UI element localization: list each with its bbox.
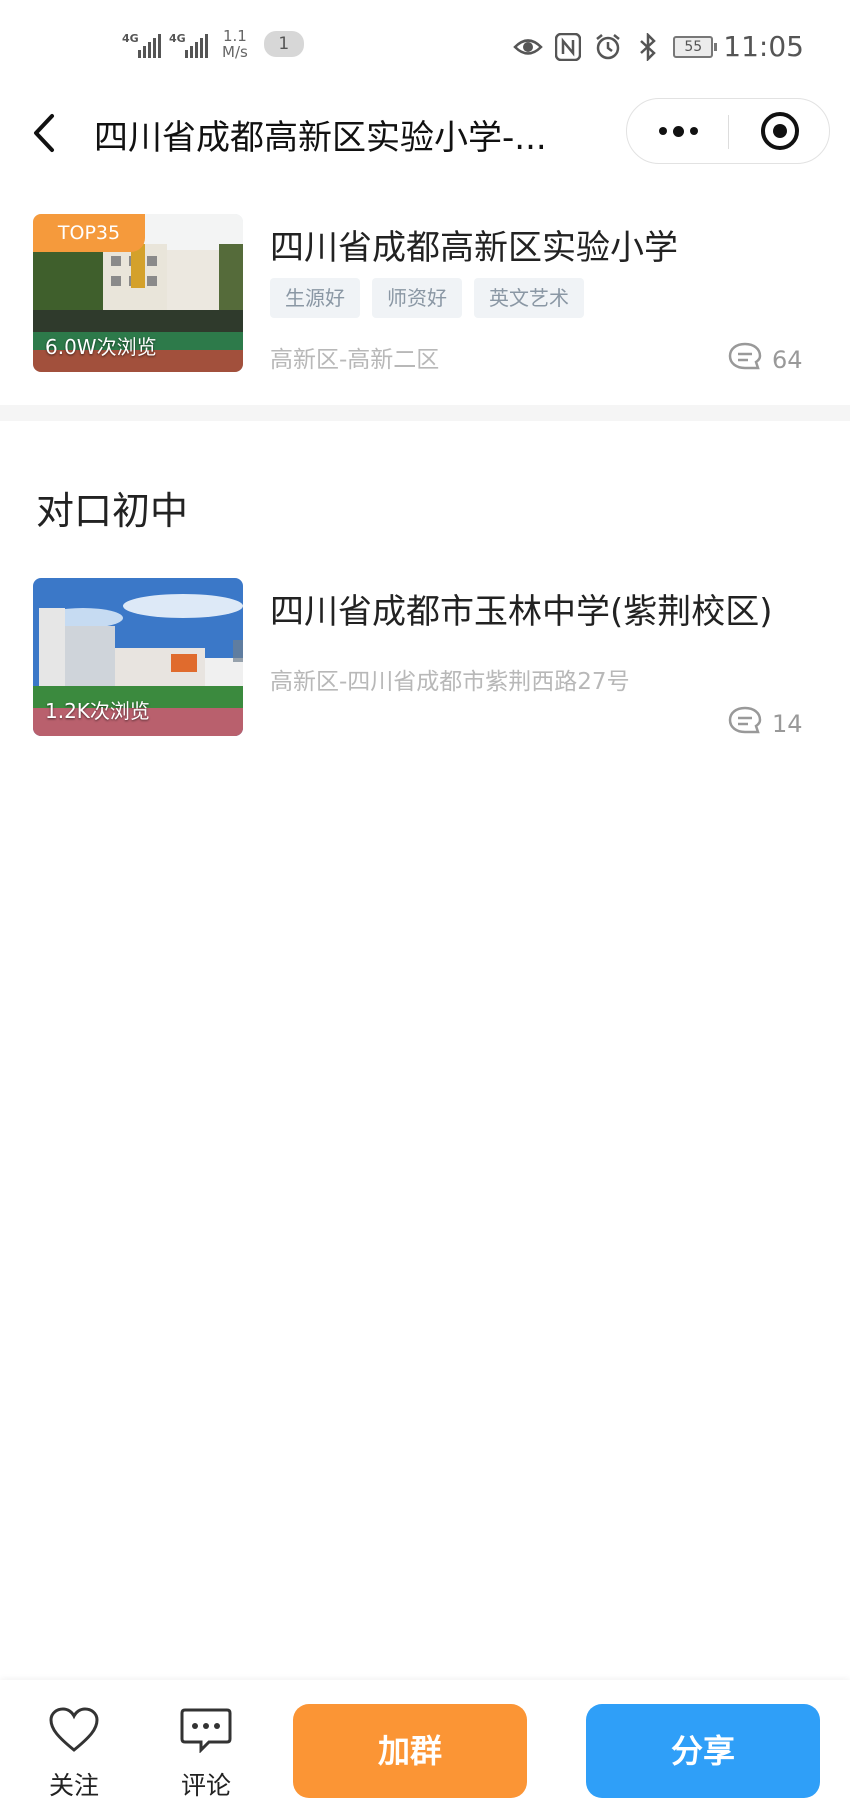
comment-label: 评论 (180, 1771, 231, 1800)
follow-label: 关注 (48, 1771, 99, 1800)
alarm-icon (593, 32, 623, 62)
section-title: 对口初中 (36, 489, 189, 533)
comment-button[interactable]: 评论 (161, 1702, 251, 1802)
view-count: 1.2K次浏览 (45, 699, 150, 723)
comment-number: 14 (772, 710, 803, 738)
school-photo: 1.2K次浏览 (33, 578, 243, 736)
school-address: 高新区-高新二区 (270, 347, 440, 373)
signal-icon-2: 4G (169, 30, 208, 58)
speed-unit: M/s (222, 43, 248, 61)
rank-badge: TOP35 (33, 214, 145, 252)
school-tags: 生源好 师资好 英文艺术 (270, 278, 584, 318)
view-count: 6.0W次浏览 (45, 335, 157, 359)
school-card[interactable]: TOP35 6.0W次浏览 四川省成都高新区实验小学 生源好 师资好 英文艺术 … (0, 214, 850, 374)
status-right: 55 11:05 (513, 30, 804, 63)
page-title: 四川省成都高新区实验小学-... (94, 118, 547, 158)
comment-bubble-icon (728, 342, 762, 378)
comment-count[interactable]: 64 (728, 342, 803, 378)
eye-icon (513, 32, 544, 62)
speed-value: 1.1 (222, 27, 247, 45)
target-close-icon[interactable] (729, 99, 831, 163)
tag: 师资好 (372, 278, 462, 318)
nfc-icon (553, 32, 583, 62)
network-type-2: 4G (169, 32, 186, 45)
network-speed: 1.1 M/s (222, 28, 248, 60)
follow-button[interactable]: 关注 (29, 1702, 119, 1802)
miniprogram-capsule (626, 98, 830, 164)
network-type: 4G (122, 32, 139, 45)
comment-bubble-icon (728, 706, 762, 742)
heart-icon (29, 1702, 119, 1758)
more-dots-icon[interactable] (627, 99, 729, 163)
school-card[interactable]: 1.2K次浏览 四川省成都市玉林中学(紫荆校区) 高新区-四川省成都市紫荆西路2… (0, 578, 850, 738)
battery-icon: 55 (673, 35, 718, 58)
school-name: 四川省成都高新区实验小学 (270, 228, 678, 268)
back-arrow-icon[interactable] (30, 110, 70, 156)
bottom-action-bar: 关注 评论 加群 分享 (0, 1680, 850, 1818)
clock: 11:05 (723, 30, 804, 63)
tag: 英文艺术 (474, 278, 584, 318)
school-name: 四川省成都市玉林中学(紫荆校区) (270, 592, 773, 632)
tag: 生源好 (270, 278, 360, 318)
comment-number: 64 (772, 346, 803, 374)
school-address: 高新区-四川省成都市紫荆西路27号 (270, 669, 630, 695)
join-group-button[interactable]: 加群 (293, 1704, 527, 1798)
school-photo: TOP35 6.0W次浏览 (33, 214, 243, 372)
status-bar: 4G 4G 1.1 M/s 1 55 11:05 (0, 0, 850, 96)
status-left: 4G 4G 1.1 M/s 1 (122, 28, 304, 60)
chat-bubble-icon (161, 1702, 251, 1758)
notification-badge: 1 (263, 31, 304, 57)
section-divider (0, 405, 850, 421)
signal-icon: 4G (122, 30, 161, 58)
comment-count[interactable]: 14 (728, 706, 803, 742)
bluetooth-icon (633, 32, 663, 62)
share-button[interactable]: 分享 (586, 1704, 820, 1798)
nav-bar: 四川省成都高新区实验小学-... (0, 96, 850, 172)
